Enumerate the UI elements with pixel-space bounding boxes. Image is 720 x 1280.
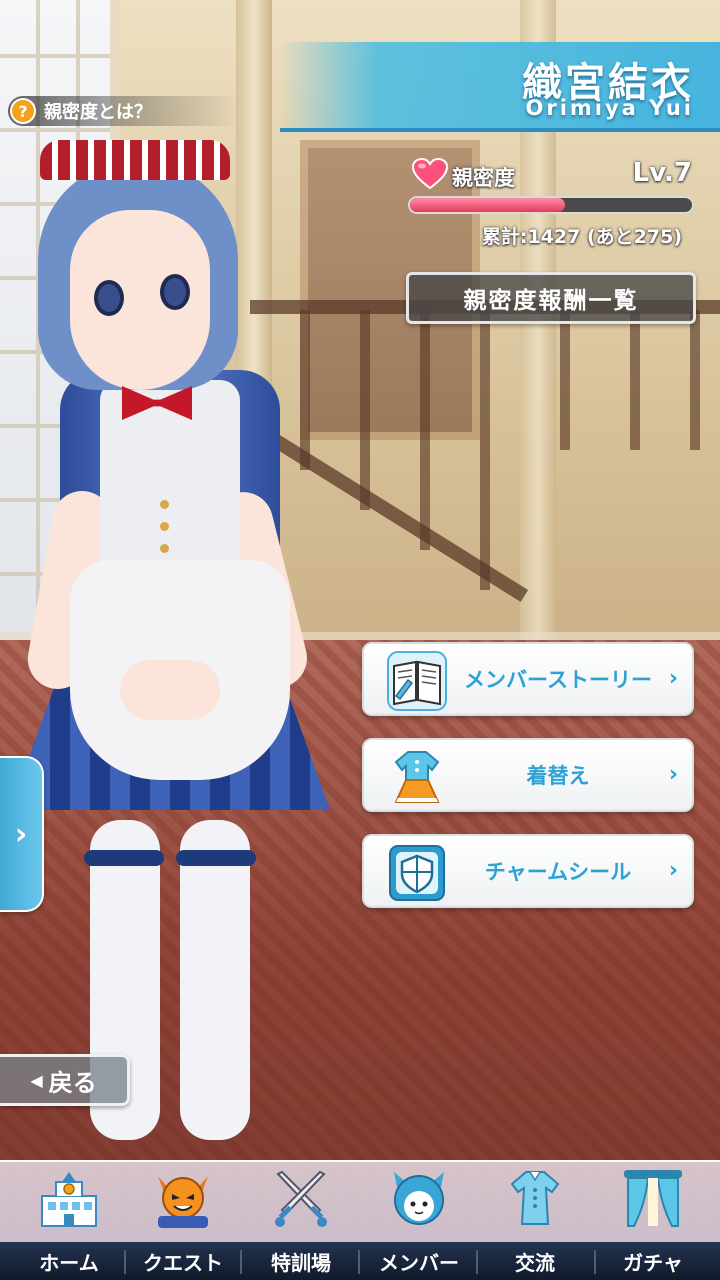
baluster (480, 310, 490, 590)
baluster (360, 310, 370, 510)
nav-interaction[interactable]: 交流 (476, 1160, 594, 1280)
baluster (420, 310, 430, 550)
question-icon: ? (10, 98, 36, 124)
nav-divider (240, 1250, 242, 1274)
nav-home[interactable]: ホーム (10, 1160, 128, 1280)
chevron-right-icon: › (668, 762, 678, 787)
affinity-help-button[interactable]: ? 親密度とは？ (8, 96, 240, 126)
dress-button (160, 500, 169, 509)
back-label: 戻る (48, 1068, 97, 1097)
charm-seal-button[interactable]: チャームシール › (362, 834, 694, 908)
change-outfit-label: 着替え (526, 764, 590, 788)
nav-gacha-label: ガチャ (623, 1250, 683, 1275)
face (70, 210, 210, 390)
dress-button (160, 522, 169, 531)
affinity-rewards-button[interactable]: 親密度報酬一覧 (406, 272, 696, 324)
affinity-level: Lv.7 (632, 158, 692, 188)
help-label: 親密度とは？ (44, 102, 152, 123)
back-button[interactable]: ◀ 戻る (0, 1054, 130, 1106)
affinity-progress-fill (410, 198, 566, 212)
curtain-icon (624, 1170, 682, 1227)
chevron-right-icon: › (668, 666, 678, 691)
nav-members[interactable]: メンバー (360, 1160, 478, 1280)
nav-training-label: 特訓場 (271, 1250, 331, 1275)
baluster (560, 310, 570, 450)
nav-training[interactable]: 特訓場 (242, 1160, 360, 1280)
nav-divider (594, 1250, 596, 1274)
bottom-navigation: ホーム クエスト 特訓場 メンバー 交流 ガチャ (0, 1160, 720, 1280)
right-eye (160, 274, 190, 310)
affinity-label: 親密度 (452, 166, 515, 190)
character-name-romaji: Orimiya Yui (525, 96, 694, 120)
change-outfit-button[interactable]: 着替え › (362, 738, 694, 812)
nav-quest[interactable]: クエスト (124, 1160, 242, 1280)
book-icon (387, 651, 447, 711)
nav-divider (358, 1250, 360, 1274)
member-story-label: メンバーストーリー (464, 668, 652, 692)
back-arrow-icon: ◀ (30, 1070, 43, 1090)
nav-interaction-label: 交流 (515, 1250, 555, 1275)
nav-divider (124, 1250, 126, 1274)
nav-home-label: ホーム (39, 1250, 99, 1275)
baluster (630, 310, 640, 450)
dress-button (160, 544, 169, 553)
character-figure[interactable] (0, 130, 360, 1190)
hands (120, 660, 220, 720)
right-leg (180, 820, 250, 1140)
heart-icon (412, 158, 448, 190)
baluster (690, 310, 700, 450)
garter (176, 850, 256, 866)
affinity-rewards-label: 親密度報酬一覧 (463, 288, 639, 314)
chevron-right-icon: › (14, 816, 28, 852)
chevron-right-icon: › (668, 858, 678, 883)
affinity-progress-bar (408, 196, 694, 214)
nav-quest-label: クエスト (143, 1250, 223, 1275)
shield-icon (389, 845, 445, 901)
nav-divider (476, 1250, 478, 1274)
demon-icon (158, 1176, 208, 1228)
nav-members-label: メンバー (379, 1250, 459, 1275)
affinity-total: 累計:1427 (あと275) (481, 226, 682, 248)
school-building-icon (41, 1172, 97, 1227)
crossed-swords-icon (275, 1170, 327, 1227)
left-eye (94, 280, 124, 316)
girl-face-icon (394, 1172, 444, 1225)
member-story-button[interactable]: メンバーストーリー › (362, 642, 694, 716)
charm-seal-label: チャームシール (484, 860, 632, 884)
garter (84, 850, 164, 866)
side-panel-tab[interactable]: › (0, 756, 44, 912)
maid-headband (40, 140, 230, 180)
dress-icon (394, 751, 440, 803)
nav-gacha[interactable]: ガチャ (594, 1160, 712, 1280)
outfit-icon (510, 1171, 560, 1225)
